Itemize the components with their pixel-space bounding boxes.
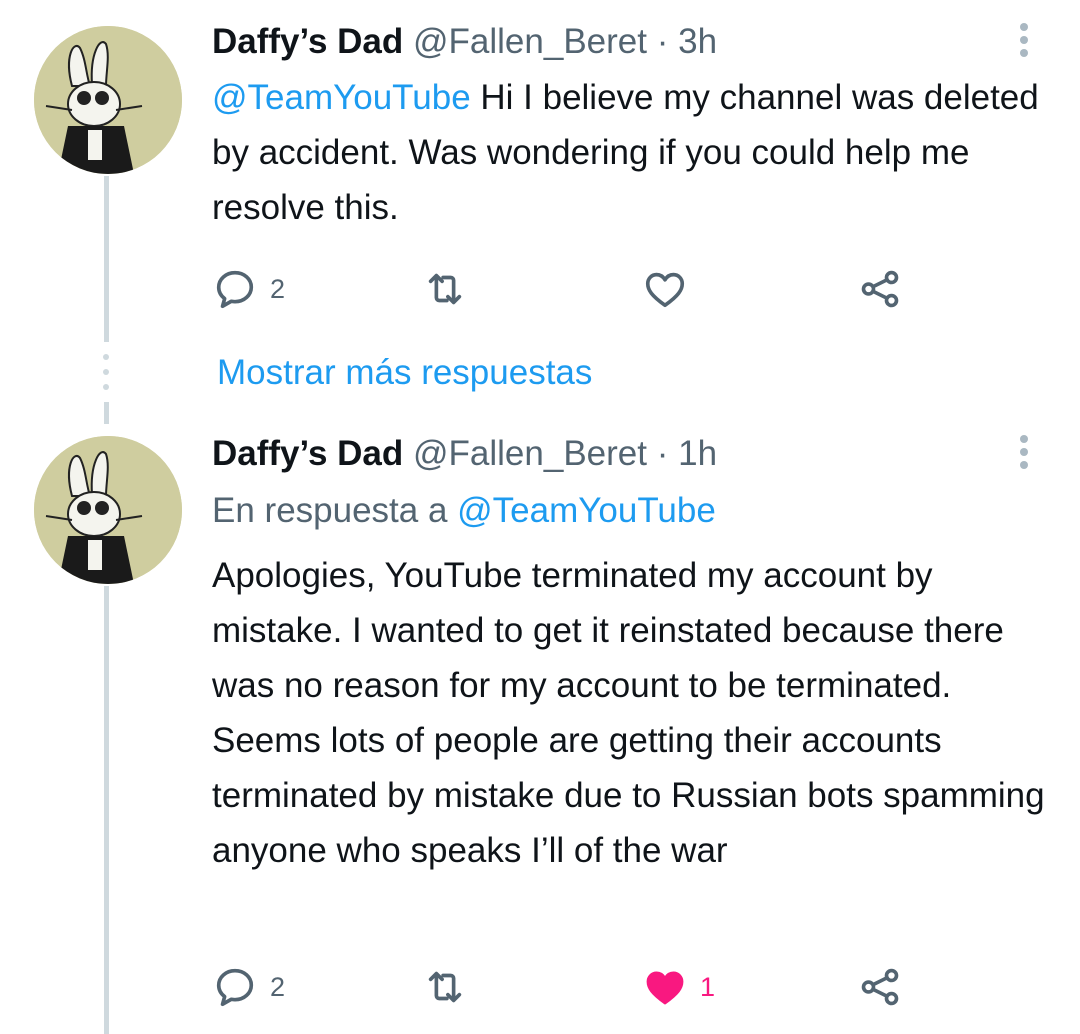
tweet-header: Daffy’s Dad @Fallen_Beret · 1h: [212, 432, 717, 476]
reply-count: 2: [270, 273, 286, 304]
tweet-actions: 2 1: [212, 962, 972, 1012]
retweet-icon: [428, 971, 462, 1003]
author-name[interactable]: Daffy’s Dad: [212, 434, 403, 473]
like-button[interactable]: 1: [642, 962, 715, 1012]
tweet-actions: 2: [212, 264, 972, 314]
avatar[interactable]: [34, 26, 182, 174]
author-handle[interactable]: @Fallen_Beret: [413, 22, 647, 61]
reply-icon: [216, 968, 254, 1007]
heart-icon: [646, 971, 684, 1005]
author-name[interactable]: Daffy’s Dad: [212, 22, 403, 61]
more-vertical-icon[interactable]: [1014, 430, 1034, 474]
timestamp[interactable]: 3h: [678, 22, 717, 61]
tweet[interactable]: Daffy’s Dad @Fallen_Beret · 1h En respue…: [0, 420, 1080, 1034]
thread-line: [104, 176, 109, 342]
share-icon: [861, 968, 899, 1006]
reply-button[interactable]: 2: [212, 264, 285, 314]
like-button[interactable]: [642, 264, 700, 314]
tweet-text: @TeamYouTube Hi I believe my channel was…: [212, 70, 1052, 235]
retweet-button[interactable]: [422, 264, 480, 314]
share-button[interactable]: [857, 264, 903, 314]
tweet[interactable]: Daffy’s Dad @Fallen_Beret · 3h @TeamYouT…: [0, 0, 1080, 345]
retweet-icon: [428, 273, 462, 305]
retweet-button[interactable]: [422, 962, 480, 1012]
mention-link[interactable]: @TeamYouTube: [457, 491, 716, 530]
thread-dots: [101, 354, 111, 390]
heart-icon: [645, 272, 685, 308]
reply-context: En respuesta a @TeamYouTube: [212, 486, 716, 536]
show-more-replies-link[interactable]: Mostrar más respuestas: [217, 350, 592, 396]
reply-button[interactable]: 2: [212, 962, 285, 1012]
tweet-header: Daffy’s Dad @Fallen_Beret · 3h: [212, 20, 717, 64]
share-icon: [861, 270, 899, 308]
tweet-text: Apologies, YouTube terminated my account…: [212, 556, 1045, 870]
like-count: 1: [700, 971, 716, 1002]
mention-link[interactable]: @TeamYouTube: [212, 78, 471, 117]
separator: ·: [656, 22, 669, 61]
avatar-image: [34, 436, 182, 584]
timestamp[interactable]: 1h: [678, 434, 717, 473]
more-vertical-icon[interactable]: [1014, 18, 1034, 62]
reply-to-prefix: En respuesta a: [212, 491, 458, 530]
share-button[interactable]: [857, 962, 903, 1012]
avatar-image: [34, 26, 182, 174]
thread-line: [104, 586, 109, 1034]
avatar[interactable]: [34, 436, 182, 584]
reply-icon: [216, 270, 254, 309]
reply-count: 2: [270, 971, 286, 1002]
separator: ·: [656, 434, 669, 473]
author-handle[interactable]: @Fallen_Beret: [413, 434, 647, 473]
